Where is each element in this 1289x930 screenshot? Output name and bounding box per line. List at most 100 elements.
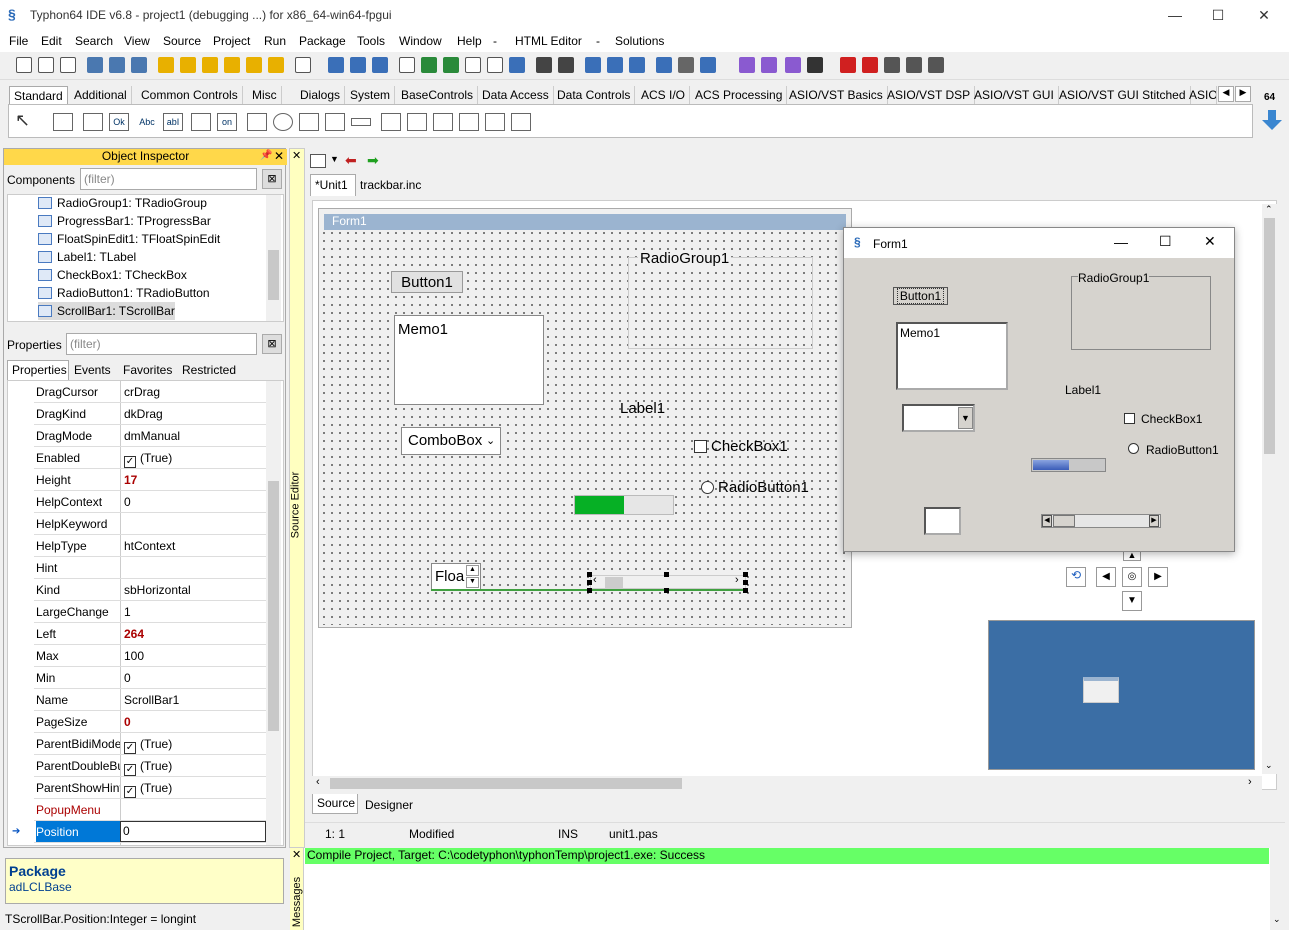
tab-data-controls[interactable]: Data Controls xyxy=(553,86,636,106)
tree-item[interactable]: RadioGroup1: TRadioGroup xyxy=(38,194,207,212)
radiobutton-icon[interactable] xyxy=(273,113,293,131)
checkmark-icon[interactable]: ✓ xyxy=(124,764,136,776)
spin-up-icon[interactable]: ▲ xyxy=(466,565,479,576)
chevron-down-icon[interactable]: ⌄ xyxy=(1273,914,1281,925)
menu-file[interactable]: File xyxy=(9,34,28,48)
tab-additional[interactable]: Additional xyxy=(70,86,132,106)
property-value[interactable]: ✓ (True) xyxy=(124,781,264,798)
close-icon[interactable]: ✕ xyxy=(274,149,284,163)
scroll-thumb[interactable] xyxy=(330,778,682,789)
tree-item[interactable]: FloatSpinEdit1: TFloatSpinEdit xyxy=(38,230,220,248)
property-value[interactable]: 1 xyxy=(124,605,264,619)
property-row[interactable]: LargeChange 1 xyxy=(34,601,266,623)
property-value[interactable]: 0 xyxy=(124,671,264,685)
nav-left-icon[interactable]: ◀ xyxy=(1096,567,1116,587)
property-value[interactable]: dmManual xyxy=(124,429,264,443)
property-value[interactable]: ✓ (True) xyxy=(124,759,264,776)
scroll-thumb[interactable] xyxy=(605,577,623,588)
gears-icon[interactable] xyxy=(761,57,777,73)
chevron-down-icon[interactable]: ▼ xyxy=(330,154,339,164)
design-checkbox1[interactable]: CheckBox1 xyxy=(711,438,788,455)
open-file-icon[interactable] xyxy=(38,57,54,73)
download-arrow-icon[interactable] xyxy=(1262,110,1282,130)
tree-item[interactable]: ProgressBar1: TProgressBar xyxy=(38,212,211,230)
tools-icon[interactable] xyxy=(678,57,694,73)
tab-data-access[interactable]: Data Access xyxy=(478,86,554,106)
design-scrollbar1[interactable]: ‹ › xyxy=(590,574,746,589)
property-row[interactable]: PopupMenu xyxy=(34,799,266,821)
package-open-icon[interactable] xyxy=(607,57,623,73)
step-into-icon[interactable] xyxy=(884,57,900,73)
property-row[interactable]: DragCursor crDrag xyxy=(34,381,266,403)
design-radiobutton1-circle[interactable] xyxy=(701,481,714,494)
property-value[interactable]: ScrollBar1 xyxy=(124,693,264,707)
tab-asio-more[interactable]: ASIO. xyxy=(1185,86,1217,106)
design-label1[interactable]: Label1 xyxy=(620,400,665,417)
scrollbar-icon[interactable] xyxy=(351,118,371,126)
view-forms-icon[interactable] xyxy=(487,57,503,73)
checkbox-icon[interactable] xyxy=(247,113,267,131)
rebuild-icon[interactable] xyxy=(246,57,262,73)
pointer-icon[interactable]: ↖ xyxy=(15,110,30,131)
selection-handle[interactable] xyxy=(664,572,669,577)
design-memo1[interactable]: Memo1 xyxy=(394,315,544,405)
runtime-floatspinedit1[interactable] xyxy=(924,507,961,535)
stop-icon[interactable] xyxy=(862,57,878,73)
property-value[interactable]: 264 xyxy=(124,627,264,641)
view-units-icon[interactable] xyxy=(465,57,481,73)
binoculars-icon[interactable] xyxy=(536,57,552,73)
mainmenu-icon[interactable] xyxy=(53,113,73,131)
build-all-icon[interactable] xyxy=(202,57,218,73)
menu-view[interactable]: View xyxy=(124,34,150,48)
checkmark-icon[interactable]: ✓ xyxy=(124,456,136,468)
combobox-icon[interactable] xyxy=(325,113,345,131)
property-value-input[interactable]: 0 xyxy=(120,821,266,842)
spin-down-icon[interactable]: ▼ xyxy=(466,577,479,588)
menu-package[interactable]: Package xyxy=(299,34,346,48)
selection-handle[interactable] xyxy=(743,580,748,585)
togglebox-icon[interactable]: on xyxy=(217,113,237,131)
checkmark-icon[interactable]: ✓ xyxy=(124,742,136,754)
gear-icon[interactable] xyxy=(739,57,755,73)
close-button[interactable]: ✕ xyxy=(1204,233,1216,250)
runtime-radiobutton1[interactable]: RadioButton1 xyxy=(1146,443,1219,457)
tab-trackbar-inc[interactable]: trackbar.inc xyxy=(360,178,421,192)
back-arrow-icon[interactable]: ⬅ xyxy=(345,152,357,169)
chevron-left-icon[interactable]: ◀ xyxy=(1042,515,1052,527)
scroll-thumb[interactable] xyxy=(268,481,279,731)
tab-asio-vst-basics[interactable]: ASIO/VST Basics xyxy=(785,86,888,106)
clear-filter-icon[interactable]: ⊠ xyxy=(262,334,282,354)
search-icon[interactable] xyxy=(87,57,103,73)
tree-item[interactable]: RadioButton1: TRadioButton xyxy=(38,284,210,302)
design-checkbox1-box[interactable] xyxy=(694,440,707,453)
selection-handle[interactable] xyxy=(587,572,592,577)
runtime-scrollbar1[interactable]: ◀ ▶ xyxy=(1041,514,1161,528)
step-out-icon[interactable] xyxy=(928,57,944,73)
runtime-radiogroup1[interactable] xyxy=(1071,276,1211,350)
package-icon[interactable] xyxy=(585,57,601,73)
chevron-down-icon[interactable]: ▼ xyxy=(958,407,973,429)
tab-dialogs[interactable]: Dialogs xyxy=(296,86,346,106)
property-row[interactable]: Kind sbHorizontal xyxy=(34,579,266,601)
tab-basecontrols[interactable]: BaseControls xyxy=(397,86,479,106)
add-to-project-icon[interactable] xyxy=(443,57,459,73)
tab-properties[interactable]: Properties xyxy=(7,360,69,380)
tab-events[interactable]: Events xyxy=(74,363,111,377)
property-row[interactable]: Min 0 xyxy=(34,667,266,689)
refresh-icon[interactable]: ⟲ xyxy=(1066,567,1086,587)
tab-standard[interactable]: Standard xyxy=(9,86,68,106)
menu-source[interactable]: Source xyxy=(163,34,201,48)
message-line[interactable]: Compile Project, Target: C:\codetyphon\t… xyxy=(305,848,1269,864)
unit-list-icon[interactable] xyxy=(310,154,326,168)
nav-center-icon[interactable]: ◎ xyxy=(1122,567,1142,587)
pause-icon[interactable] xyxy=(840,57,856,73)
property-value[interactable]: ✓ (True) xyxy=(124,737,264,754)
property-row[interactable]: HelpType htContext xyxy=(34,535,266,557)
property-value[interactable]: dkDrag xyxy=(124,407,264,421)
chevron-left-icon[interactable]: ‹ xyxy=(316,776,320,788)
design-button1[interactable]: Button1 xyxy=(391,271,463,293)
clear-filter-icon[interactable]: ⊠ xyxy=(262,169,282,189)
clean-icon[interactable] xyxy=(224,57,240,73)
tree-scrollbar[interactable] xyxy=(266,195,281,321)
property-row[interactable]: PageSize 0 xyxy=(34,711,266,733)
